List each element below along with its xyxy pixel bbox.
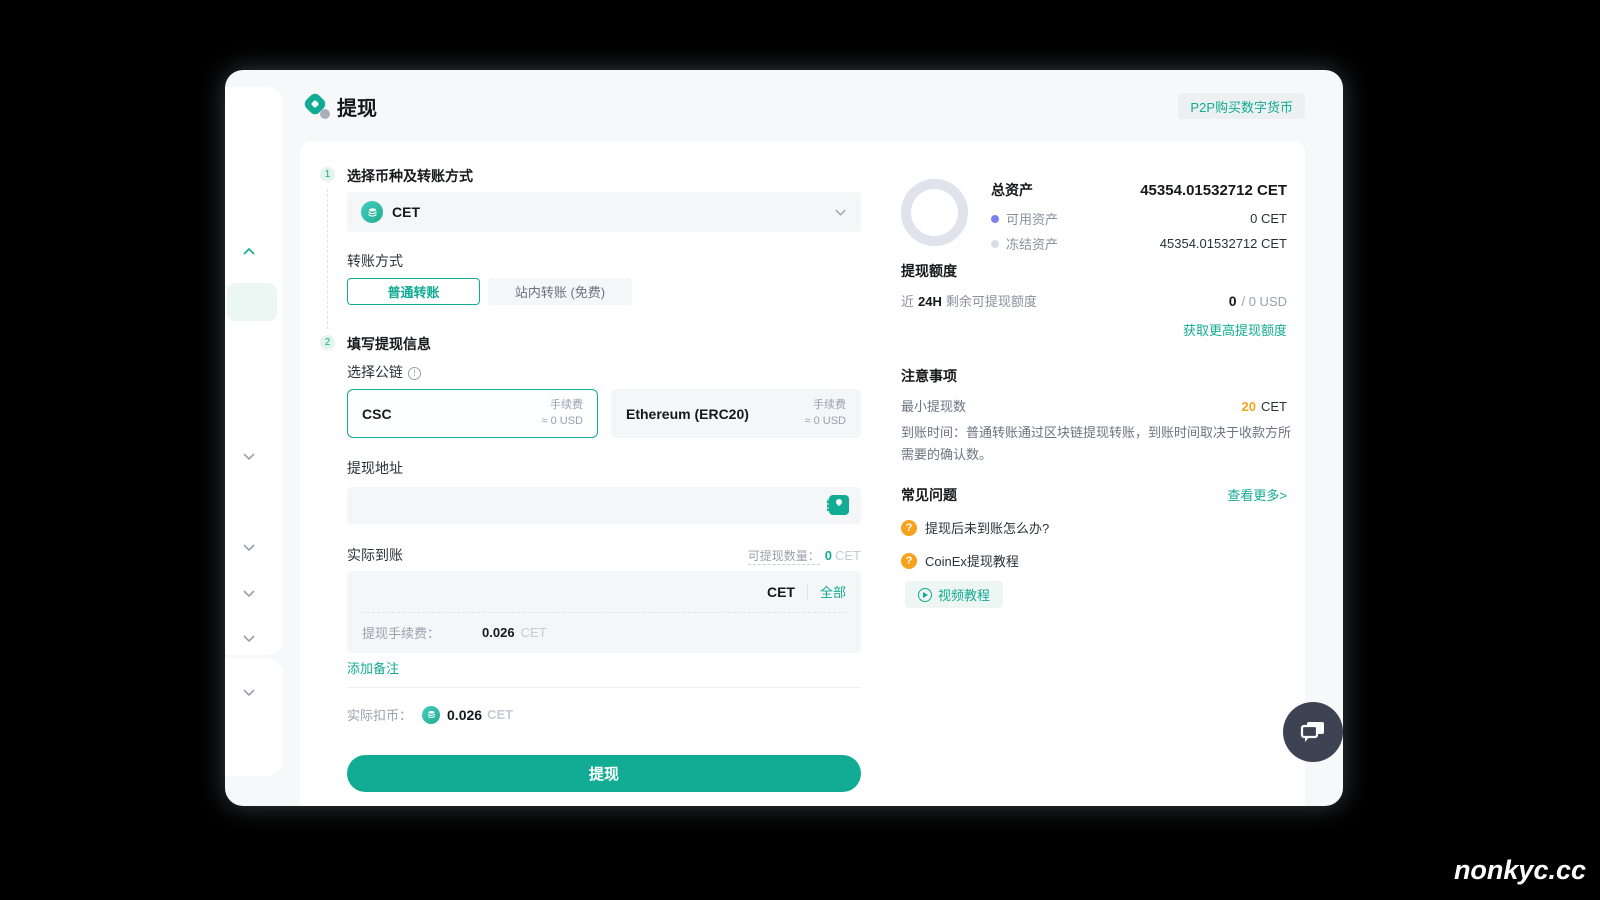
faq-section-title: 常见问题: [901, 485, 957, 505]
available-legend-dot: [991, 215, 999, 223]
chain-option-csc[interactable]: CSC 手续费 ≈ 0 USD: [347, 389, 598, 438]
video-tutorial-label: 视频教程: [938, 585, 990, 604]
deduction-label: 实际扣币：: [347, 705, 412, 724]
chain-fee-value: ≈ 0 USD: [542, 415, 584, 427]
transfer-method-label: 转账方式: [347, 251, 403, 271]
chain-name: CSC: [362, 406, 392, 422]
asset-summary: 总资产 45354.01532712 CET 可用资产 0 CET 冻结资产 4…: [991, 180, 1287, 253]
chain-fee-label: 手续费: [813, 399, 846, 411]
chevron-down-icon[interactable]: [242, 634, 256, 643]
limit-row-value: 0 / 0 USD: [1229, 293, 1287, 309]
chain-fee-label: 手续费: [550, 399, 583, 411]
frozen-assets-label: 冻结资产: [1006, 234, 1058, 253]
question-icon: ?: [901, 553, 917, 569]
chevron-down-icon[interactable]: [242, 543, 256, 552]
limit-value: 0: [1229, 293, 1237, 309]
watermark: nonkyc.cc: [1454, 855, 1586, 886]
arrival-time-note: 到账时间：普通转账通过区块链提现转账，到账时间取决于收款方所需要的确认数。: [901, 422, 1291, 466]
increase-limit-link[interactable]: 获取更高提现额度: [901, 320, 1287, 339]
video-tutorial-button[interactable]: 视频教程: [905, 581, 1003, 608]
chain-name: Ethereum (ERC20): [626, 406, 749, 422]
step-connector: [327, 189, 328, 329]
chain-label-text: 选择公链: [347, 364, 403, 380]
step1-title: 选择币种及转账方式: [347, 166, 473, 186]
available-assets-value: 0 CET: [1250, 211, 1287, 226]
amount-input-box[interactable]: CET 全部 提现手续费： 0.026 CET: [347, 571, 861, 653]
divider: [807, 585, 808, 599]
info-icon[interactable]: !: [408, 367, 421, 380]
asset-donut-chart: [901, 179, 968, 246]
address-book-icon[interactable]: [829, 495, 849, 515]
address-label: 提现地址: [347, 458, 403, 478]
chevron-down-icon[interactable]: [242, 452, 256, 461]
chain-label: 选择公链!: [347, 362, 421, 382]
total-assets-label: 总资产: [991, 180, 1033, 200]
limit-section-title: 提现额度: [901, 261, 957, 281]
cet-coin-icon: [361, 201, 383, 223]
withdraw-fee-value: 0.026: [482, 625, 515, 640]
faq-item-2[interactable]: ? CoinEx提现教程: [901, 551, 1019, 570]
step1-badge: 1: [320, 167, 335, 182]
available-assets-label: 可用资产: [1006, 209, 1058, 228]
add-note-link[interactable]: 添加备注: [347, 658, 399, 677]
min-withdraw-unit: CET: [1261, 399, 1287, 414]
limit-24h: 24H: [918, 294, 942, 309]
sidebar-active-item[interactable]: [227, 283, 277, 321]
step2-title: 填写提现信息: [347, 334, 431, 354]
page-title: 提现: [337, 92, 377, 121]
amount-currency: CET: [767, 584, 795, 600]
min-withdraw-value-group: 20 CET: [1242, 399, 1287, 414]
p2p-buy-button[interactable]: P2P购买数字货币: [1178, 93, 1305, 119]
available-unit: CET: [835, 548, 861, 563]
coin-select-value: CET: [392, 204, 420, 220]
available-value: 0: [825, 548, 832, 563]
chevron-up-icon[interactable]: [242, 247, 256, 256]
faq-item-1[interactable]: ? 提现后未到账怎么办?: [901, 518, 1049, 537]
chevron-down-icon: [834, 208, 847, 217]
limit-suffix: 剩余可提现额度: [946, 294, 1037, 309]
available-label: 可提现数量：: [748, 549, 820, 565]
min-withdraw-label: 最小提现数: [901, 396, 966, 415]
deduction-value: 0.026: [447, 707, 482, 723]
deduction-unit: CET: [487, 707, 513, 722]
frozen-assets-value: 45354.01532712 CET: [1160, 236, 1287, 251]
withdraw-address-input[interactable]: [347, 487, 861, 524]
chevron-down-icon[interactable]: [242, 589, 256, 598]
withdraw-window: 提现 P2P购买数字货币 1 选择币种及转账方式 CET 转账方式 普通转账 站…: [225, 70, 1343, 806]
sidebar-panel-secondary: [225, 658, 283, 776]
divider: [347, 687, 861, 688]
notes-section-title: 注意事项: [901, 366, 957, 386]
withdraw-fee-unit: CET: [521, 625, 547, 640]
chain-option-ethereum[interactable]: Ethereum (ERC20) 手续费 ≈ 0 USD: [611, 389, 861, 438]
chat-support-button[interactable]: [1283, 702, 1343, 762]
limit-rest: / 0 USD: [1241, 294, 1287, 309]
faq-question: CoinEx提现教程: [925, 551, 1019, 570]
coin-select[interactable]: CET: [347, 192, 861, 232]
sidebar-panel: [225, 87, 283, 655]
max-amount-button[interactable]: 全部: [820, 582, 846, 601]
limit-prefix: 近: [901, 294, 914, 309]
cet-coin-icon: [422, 706, 440, 724]
chevron-down-icon[interactable]: [242, 688, 256, 697]
question-icon: ?: [901, 520, 917, 536]
withdraw-form-card: 1 选择币种及转账方式 CET 转账方式 普通转账 站内转账 (免费) 2 填写…: [300, 141, 1305, 806]
limit-row-label: 近 24H 剩余可提现额度: [901, 291, 1037, 310]
faq-question: 提现后未到账怎么办?: [925, 518, 1049, 537]
total-assets-value: 45354.01532712 CET: [1140, 182, 1287, 199]
step2-badge: 2: [320, 335, 335, 350]
frozen-legend-dot: [991, 240, 999, 248]
withdraw-page-icon: [305, 94, 331, 120]
withdraw-submit-button[interactable]: 提现: [347, 755, 861, 792]
amount-label: 实际到账: [347, 545, 403, 565]
transfer-normal-button[interactable]: 普通转账: [347, 278, 480, 305]
faq-view-more-link[interactable]: 查看更多>: [1227, 485, 1287, 504]
play-icon: [918, 588, 932, 602]
available-amount: 可提现数量： 0CET: [748, 547, 861, 565]
chain-fee-value: ≈ 0 USD: [805, 415, 847, 427]
min-withdraw-value: 20: [1242, 399, 1256, 414]
transfer-internal-button[interactable]: 站内转账 (免费): [488, 278, 632, 305]
withdraw-fee-label: 提现手续费：: [362, 623, 440, 642]
chat-bubbles-icon: [1299, 719, 1327, 745]
